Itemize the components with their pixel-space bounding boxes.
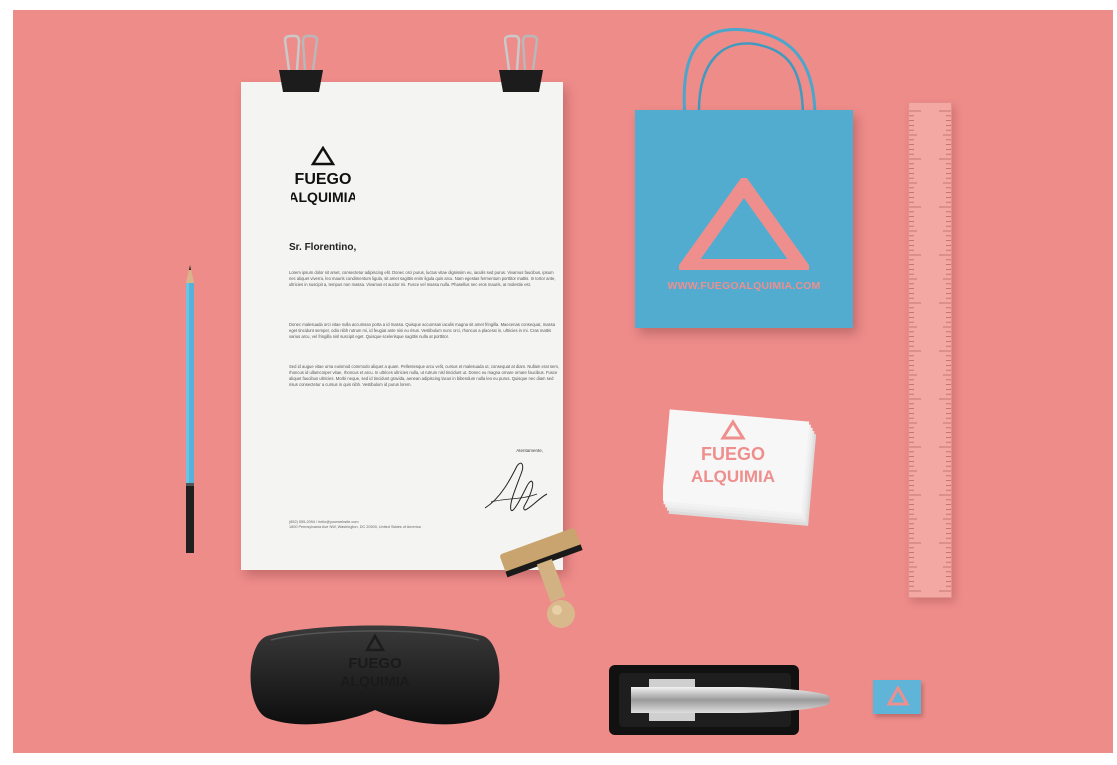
stapler-icon (609, 665, 830, 735)
svg-text:FUEGO: FUEGO (348, 655, 402, 672)
triangle-logo-icon (310, 146, 336, 166)
letterhead-logo: FUEGO ALQUIMIA (291, 146, 355, 205)
bag-website-url: WWW.FUEGOALQUIMIA.COM (667, 280, 821, 292)
svg-text:ALQUIMIA: ALQUIMIA (691, 467, 775, 486)
pencil-icon (186, 265, 194, 553)
glasses-case: FUEGO ALQUIMIA (250, 625, 500, 725)
letter-paragraph: Donec malesuada orci vitae nulla accumsa… (289, 322, 556, 339)
letterhead-paper: FUEGO ALQUIMIA Sr. Florentino, Lorem ips… (241, 82, 563, 570)
triangle-logo-icon (679, 178, 809, 270)
letter-paragraph: Lorem ipsum dolor sit amet, consectetur … (289, 270, 556, 287)
ruler-ticks (909, 110, 951, 592)
binder-clip-icon (499, 34, 543, 92)
signature-icon (484, 462, 548, 512)
eraser-icon (873, 680, 921, 714)
business-cards: FUEGO ALQUIMIA (663, 409, 817, 526)
footer-address: 1600 Pennsylvania Ave NW, Washington, DC… (289, 525, 421, 529)
svg-text:ALQUIMIA: ALQUIMIA (340, 673, 409, 689)
bag-handle (682, 27, 817, 119)
letter-greeting: Sr. Florentino, (289, 242, 357, 253)
triangle-logo-icon (887, 686, 909, 706)
svg-text:ALQUIMIA: ALQUIMIA (291, 189, 355, 205)
mockup-scene: FUEGO ALQUIMIA Sr. Florentino, Lorem ips… (13, 10, 1113, 753)
binder-clip-icon (279, 34, 323, 92)
shopping-bag: WWW.FUEGOALQUIMIA.COM (635, 110, 853, 328)
letter-closing: Atentamente, (516, 448, 543, 453)
svg-text:FUEGO: FUEGO (701, 444, 765, 464)
letter-footer: (852) 555-2094 / hello@yourwebsite.com 1… (289, 520, 421, 530)
svg-text:FUEGO: FUEGO (295, 171, 352, 188)
ruler-icon (908, 102, 952, 598)
letter-paragraph: Sed id augue vitae urna euismod commodo … (289, 364, 560, 387)
stamp-icon (500, 528, 583, 628)
